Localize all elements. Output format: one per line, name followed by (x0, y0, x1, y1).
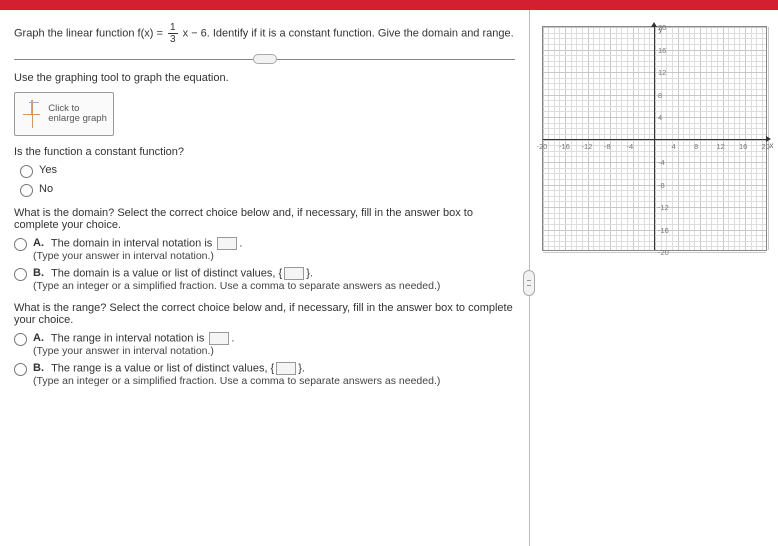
domain-choice-b[interactable]: B. The domain is a value or list of dist… (14, 267, 515, 292)
range-b-content: B. The range is a value or list of disti… (33, 362, 515, 387)
radio-no-label: No (39, 183, 53, 195)
domain-b-text: The domain is a value or list of distinc… (51, 267, 313, 280)
fraction-numerator: 1 (168, 22, 178, 34)
fraction: 1 3 (168, 22, 178, 45)
range-a-hint: (Type your answer in interval notation.) (33, 345, 214, 357)
x-tick-label: 4 (672, 142, 676, 151)
panel-resize-handle-icon[interactable] (523, 270, 535, 296)
x-tick-label: -4 (627, 142, 634, 151)
domain-a-content: A. The domain in interval notation is . … (33, 237, 515, 262)
constant-function-question: Is the function a constant function? (14, 146, 515, 158)
radio-yes-label: Yes (39, 164, 57, 176)
radio-yes-row[interactable]: Yes (20, 164, 515, 178)
y-axis-arrow-icon (651, 22, 657, 27)
x-tick-label: -8 (604, 142, 611, 151)
x-tick-label: -12 (582, 142, 593, 151)
divider-wrap (14, 59, 515, 60)
range-a-text: The range in interval notation is (51, 332, 208, 344)
range-b-hint: (Type an integer or a simplified fractio… (33, 375, 440, 387)
x-tick-label: -16 (559, 142, 570, 151)
x-tick-label: -20 (537, 142, 548, 151)
x-tick-label: 12 (717, 142, 725, 151)
coordinate-grid[interactable]: y x -20-16-12-8-448121620-20-16-12-8-448… (542, 26, 767, 251)
domain-radio-a[interactable] (14, 238, 27, 251)
divider-handle-icon[interactable] (253, 54, 277, 64)
x-axis-label: x (770, 141, 774, 150)
domain-a-input[interactable] (217, 237, 237, 250)
y-tick-label: -12 (658, 203, 669, 212)
domain-question: What is the domain? Select the correct c… (14, 207, 515, 231)
range-choice-a[interactable]: A. The range in interval notation is . (… (14, 332, 515, 357)
domain-a-text: The domain in interval notation is (51, 237, 215, 249)
range-b-pre: The range is a value or list of distinct… (51, 362, 274, 374)
domain-b-pre: The domain is a value or list of distinc… (51, 267, 282, 279)
constant-radio-group: Yes No (20, 164, 515, 197)
y-tick-label: 20 (658, 23, 666, 32)
question-panel: Graph the linear function f(x) = 1 3 x −… (0, 10, 530, 546)
range-a-input[interactable] (209, 332, 229, 345)
y-tick-label: 4 (658, 113, 662, 122)
domain-b-input[interactable] (284, 267, 304, 280)
range-radio-b[interactable] (14, 363, 27, 376)
domain-a-hint: (Type your answer in interval notation.) (33, 250, 214, 262)
y-tick-label: 16 (658, 46, 666, 55)
y-tick-label: -20 (658, 248, 669, 257)
radio-yes[interactable] (20, 165, 33, 178)
fraction-denominator: 3 (168, 34, 178, 45)
x-tick-label: 16 (739, 142, 747, 151)
graph-panel: y x -20-16-12-8-448121620-20-16-12-8-448… (530, 10, 778, 546)
domain-radio-b[interactable] (14, 268, 27, 281)
y-tick-label: -16 (658, 226, 669, 235)
enlarge-graph-label: Click to enlarge graph (48, 104, 113, 125)
enlarge-graph-button[interactable]: Click to enlarge graph (14, 92, 114, 136)
range-b-letter: B. (33, 362, 44, 374)
radio-no-row[interactable]: No (20, 183, 515, 197)
graph-instruction: Use the graphing tool to graph the equat… (14, 72, 515, 84)
main-container: Graph the linear function f(x) = 1 3 x −… (0, 10, 778, 546)
question-suffix: x − 6. Identify if it is a constant func… (183, 27, 514, 39)
domain-b-hint: (Type an integer or a simplified fractio… (33, 280, 440, 292)
mini-graph-icon (19, 96, 44, 132)
domain-choice-a[interactable]: A. The domain in interval notation is . … (14, 237, 515, 262)
header-bar (0, 0, 778, 10)
range-a-letter: A. (33, 332, 44, 344)
y-tick-label: -4 (658, 158, 665, 167)
range-a-content: A. The range in interval notation is . (… (33, 332, 515, 357)
range-choice-b[interactable]: B. The range is a value or list of disti… (14, 362, 515, 387)
range-b-text: The range is a value or list of distinct… (51, 362, 305, 375)
range-b-post: }. (298, 362, 305, 374)
x-tick-label: 20 (762, 142, 770, 151)
domain-b-content: B. The domain is a value or list of dist… (33, 267, 515, 292)
range-radio-a[interactable] (14, 333, 27, 346)
question-text: Graph the linear function f(x) = 1 3 x −… (14, 22, 515, 45)
range-b-input[interactable] (276, 362, 296, 375)
domain-b-post: }. (306, 267, 313, 279)
question-prefix: Graph the linear function f(x) = (14, 27, 166, 39)
domain-a-letter: A. (33, 237, 44, 249)
domain-b-letter: B. (33, 267, 44, 279)
x-tick-label: 8 (694, 142, 698, 151)
x-axis (543, 139, 766, 140)
range-question: What is the range? Select the correct ch… (14, 302, 515, 326)
y-tick-label: 8 (658, 91, 662, 100)
radio-no[interactable] (20, 184, 33, 197)
y-tick-label: -8 (658, 181, 665, 190)
y-tick-label: 12 (658, 68, 666, 77)
